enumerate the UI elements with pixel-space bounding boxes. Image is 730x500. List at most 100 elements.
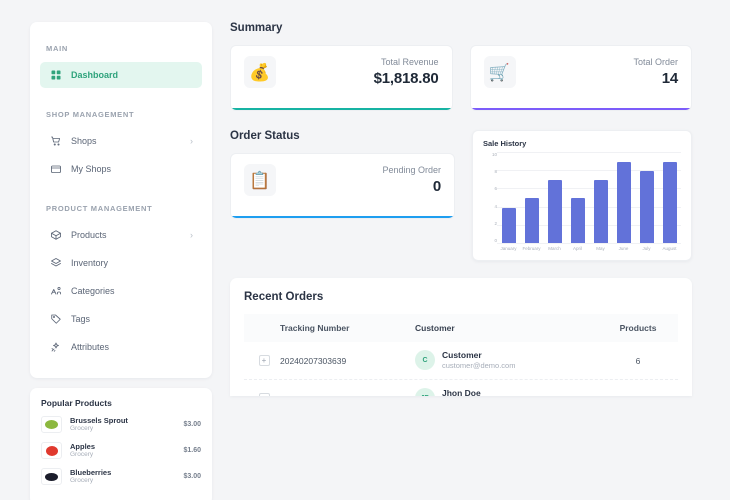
bar[interactable] xyxy=(662,162,677,243)
chevron-right-icon[interactable]: › xyxy=(190,230,193,240)
sidebar-item-attributes[interactable]: Attributes xyxy=(40,334,202,360)
sidebar-item-label: Products xyxy=(71,230,107,240)
column-products: Products xyxy=(619,323,657,333)
row-expand-cell: + xyxy=(248,355,280,366)
sale-history-column: Sale History 10 8 6 4 2 0 January February Marc… xyxy=(472,130,692,261)
sidebar-column: MAIN Dashboard SHOP MANAGEMENT Shops › My Sho… xyxy=(30,22,212,500)
expand-row-button[interactable]: + xyxy=(258,393,270,396)
summary-title: Summary xyxy=(230,22,283,34)
stat-card-total-revenue[interactable]: 💰 Total Revenue $1,818.80 xyxy=(230,45,453,111)
nav-section-label: MAIN xyxy=(46,44,68,53)
shop-cart-icon xyxy=(49,135,62,148)
order-status-row: Order Status 📋 Pending Order 0 Sale Histor… xyxy=(230,130,692,261)
bar[interactable] xyxy=(616,162,631,243)
cell-products-count: 2 xyxy=(602,394,674,397)
chart-title: Sale History xyxy=(483,139,527,148)
bar-column[interactable] xyxy=(543,152,566,243)
avatar: C xyxy=(415,350,435,371)
bar[interactable] xyxy=(501,207,516,243)
cell-tracking-number: 20240207303639 xyxy=(280,355,347,366)
chevron-right-icon[interactable]: › xyxy=(190,136,193,146)
shopping-cart-icon: 🛒 xyxy=(483,56,516,88)
customer-info: Jhon Doeadmin@demo.com xyxy=(442,388,505,396)
sidebar-item-products[interactable]: Products › xyxy=(40,222,202,248)
order-status-title: Order Status xyxy=(230,130,300,142)
recent-orders-header: Tracking Number Customer Products xyxy=(244,314,678,342)
stat-card-pending-order[interactable]: 📋 Pending Order 0 xyxy=(230,153,455,219)
card-accent-bar xyxy=(231,215,454,218)
stat-card-total-order[interactable]: 🛒 Total Order 14 xyxy=(469,45,692,111)
bar-column[interactable] xyxy=(658,152,681,243)
sidebar-item-label: Shops xyxy=(71,136,97,146)
bar-column[interactable] xyxy=(566,152,589,243)
expand-row-button[interactable]: + xyxy=(258,355,270,366)
bar[interactable] xyxy=(593,180,608,243)
sidebar-item-categories[interactable]: Categories xyxy=(40,278,202,304)
sidebar-item-inventory[interactable]: Inventory xyxy=(40,250,202,276)
x-tick-label: January xyxy=(500,246,517,251)
stat-text: Total Revenue $1,818.80 xyxy=(374,56,439,87)
stat-label: Total Revenue xyxy=(380,57,439,67)
stat-value: $1,818.80 xyxy=(373,70,439,87)
x-tick-label: February xyxy=(522,246,541,251)
cell-customer: JD Jhon Doeadmin@demo.com xyxy=(415,388,602,396)
nav-section-label: PRODUCT MANAGEMENT xyxy=(46,204,153,213)
product-category: Grocery xyxy=(70,477,94,484)
chart-bars xyxy=(497,152,681,243)
card-accent-bar xyxy=(470,107,691,110)
cell-products-count: 6 xyxy=(635,355,641,366)
customer-name: Jhon Doe xyxy=(442,388,481,396)
categories-icon xyxy=(49,285,62,298)
bar[interactable] xyxy=(524,198,539,243)
stat-value: 14 xyxy=(661,70,678,87)
product-price: $3.00 xyxy=(183,421,201,429)
x-tick-label: June xyxy=(618,246,629,251)
chart-y-axis: 10 8 6 4 2 0 xyxy=(483,152,497,254)
sidebar-nav: MAIN Dashboard SHOP MANAGEMENT Shops › My Sho… xyxy=(30,22,212,378)
customer-email: customer@demo.com xyxy=(442,361,516,371)
dashboard-app: MAIN Dashboard SHOP MANAGEMENT Shops › My Sho… xyxy=(0,0,730,500)
product-name: Brussels Sprout xyxy=(70,416,128,425)
order-status-cards: 📋 Pending Order 0 xyxy=(230,153,455,219)
sidebar-item-my-shops[interactable]: My Shops xyxy=(40,156,202,182)
chart-plot-area: January February March April May June July Augu… xyxy=(497,152,681,254)
tag-icon xyxy=(49,313,62,326)
chart-x-axis: January February March April May June July Augu… xyxy=(497,243,681,254)
popular-product-item[interactable]: Brussels Sprout Grocery $3.00 xyxy=(41,416,201,434)
recent-orders-body: +20240207303639 C Customer customer@demo.co… xyxy=(244,342,678,396)
recent-orders-panel: Recent Orders Tracking Number Customer P… xyxy=(230,278,692,396)
sidebar-item-label: Tags xyxy=(71,314,91,324)
sidebar-item-dashboard[interactable]: Dashboard xyxy=(40,62,202,88)
recent-orders-title: Recent Orders xyxy=(244,291,324,303)
popular-product-item[interactable]: Apples Grocery $1.60 xyxy=(41,442,201,460)
product-category: Grocery xyxy=(70,451,94,459)
main-content: Summary 💰 Total Revenue $1,818.80 🛒 Total Or… xyxy=(230,22,692,500)
stat-label: Total Order xyxy=(633,57,678,67)
popular-product-item[interactable]: Blueberries Grocery $3.00 xyxy=(41,468,201,486)
sidebar-item-label: Attributes xyxy=(71,342,110,352)
bar[interactable] xyxy=(547,180,562,243)
x-tick-label: July xyxy=(642,246,651,251)
chart-plot: 10 8 6 4 2 0 January February March April May June… xyxy=(483,152,681,254)
bar[interactable] xyxy=(639,171,654,243)
product-meta: Brussels Sprout Grocery xyxy=(70,416,175,434)
sale-history-chart-card: Sale History 10 8 6 4 2 0 January February Marc… xyxy=(472,130,692,261)
product-name: Blueberries xyxy=(70,467,112,477)
nav-section-label: SHOP MANAGEMENT xyxy=(46,110,135,119)
bar-column[interactable] xyxy=(497,152,520,243)
bar-column[interactable] xyxy=(589,152,612,243)
bar-column[interactable] xyxy=(520,152,543,243)
sidebar-item-shops[interactable]: Shops › xyxy=(40,128,202,154)
product-name: Apples xyxy=(70,441,96,451)
product-thumbnail xyxy=(41,416,62,434)
table-row[interactable]: +20231105635099JD Jhon Doeadmin@demo.com 2 xyxy=(244,380,678,396)
row-expand-cell: + xyxy=(248,393,280,396)
table-row[interactable]: +20240207303639 C Customer customer@demo.co… xyxy=(244,342,678,380)
stat-label: Pending Order xyxy=(382,165,441,175)
card-accent-bar xyxy=(231,107,452,110)
bar-column[interactable] xyxy=(635,152,658,243)
bar[interactable] xyxy=(570,198,585,243)
sidebar-item-tags[interactable]: Tags xyxy=(40,306,202,332)
product-price: $3.00 xyxy=(183,473,201,481)
bar-column[interactable] xyxy=(612,152,635,243)
